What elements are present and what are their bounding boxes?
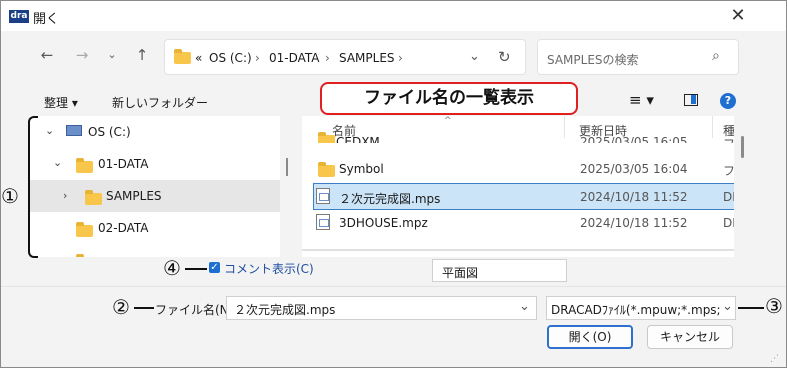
folder-icon — [174, 49, 191, 64]
tree-item-label: OS (C:) — [88, 125, 131, 139]
comment-checkbox[interactable]: ✓ — [209, 262, 220, 273]
marker-2: ② — [112, 295, 130, 319]
address-bar[interactable]: « OS (C:) › 01-DATA › SAMPLES › ⌄ ↻ — [164, 39, 526, 75]
file-name: ２次元完成図.mps — [339, 192, 441, 206]
chevron-down-icon[interactable]: ⌄ — [45, 124, 54, 137]
file-date: 2025/03/05 16:04 — [580, 162, 688, 176]
horizontal-scrollbar[interactable] — [302, 249, 734, 251]
navigation-pane: ⌄ OS (C:) ⌄ 01-DATA › SAMPLES 02-DATA — [30, 116, 280, 257]
marker-1: ① — [1, 184, 19, 208]
list-item-selected[interactable]: ２次元完成図.mps 2024/10/18 11:52 DR — [313, 183, 734, 210]
folder-icon — [76, 158, 93, 173]
search-icon[interactable]: ⌕ — [712, 48, 720, 64]
recent-locations-button[interactable]: ⌄ — [101, 44, 123, 66]
up-button[interactable]: ↑ — [131, 44, 153, 66]
file-name: Symbol — [339, 162, 384, 176]
view-menu-icon[interactable]: ≡ ▾ — [629, 91, 654, 109]
filename-input[interactable]: ２次元完成図.mps ⌄ — [226, 296, 537, 320]
annotation-bracket — [28, 116, 38, 258]
tree-item-02-data[interactable]: 02-DATA — [30, 212, 280, 244]
arrow-right-icon: → — [75, 46, 89, 64]
filename-value: ２次元完成図.mps — [234, 303, 336, 317]
preview-pane-icon[interactable] — [684, 94, 698, 106]
file-date: 2024/10/18 11:52 — [580, 216, 688, 230]
file-type: DR — [723, 190, 734, 204]
chevron-down-icon: ⌄ — [107, 48, 117, 61]
filetype-value: DRACADﾌｧｲﾙ(*.mpuw;*.mps;*.r — [551, 303, 721, 317]
comment-preview: 平面図 — [432, 259, 567, 282]
file-type: フ — [723, 135, 734, 143]
annotation-line — [134, 307, 154, 309]
file-date: 2024/10/18 11:52 — [580, 190, 688, 204]
close-icon: ✕ — [730, 5, 746, 26]
search-box[interactable]: SAMPLESの検索 ⌕ — [537, 39, 739, 75]
divider — [1, 286, 786, 287]
filetype-select[interactable]: DRACADﾌｧｲﾙ(*.mpuw;*.mps;*.r ⌄ — [546, 296, 736, 320]
tree-item-label: 01-DATA — [98, 157, 149, 171]
arrow-left-icon: ← — [40, 46, 54, 64]
breadcrumb-01-data[interactable]: 01-DATA — [269, 51, 320, 65]
file-list: 名前 更新日時 種 ^ CEDXM 2025/03/05 16:05 フ Sym… — [302, 116, 734, 257]
arrow-up-icon: ↑ — [135, 46, 149, 64]
file-name: 3DHOUSE.mpz — [339, 216, 428, 230]
chevron-down-icon[interactable]: ⌄ — [469, 49, 480, 64]
back-button[interactable]: ← — [36, 44, 58, 66]
new-folder-button[interactable]: 新しいフォルダー — [112, 94, 208, 111]
comment-preview-value: 平面図 — [442, 266, 479, 280]
tree-item-01-data[interactable]: ⌄ 01-DATA — [30, 148, 280, 180]
folder-icon — [76, 222, 93, 237]
drawing-file-icon — [316, 214, 330, 230]
tree-item-samples[interactable]: › SAMPLES — [30, 180, 280, 212]
sort-chevron-icon: ^ — [444, 116, 452, 126]
file-type: DR — [723, 216, 734, 230]
breadcrumb-overflow[interactable]: « — [195, 51, 202, 65]
scrollbar-thumb[interactable] — [741, 136, 744, 158]
folder-icon — [318, 162, 335, 177]
breadcrumb-separator: › — [325, 51, 330, 65]
tree-item-label: SAMPLES — [106, 189, 162, 203]
comment-checkbox-label[interactable]: コメント表示(C) — [224, 260, 314, 277]
annotation-callout: ファイル名の一覧表示 — [320, 82, 578, 115]
pane-splitter[interactable] — [286, 158, 288, 176]
chevron-right-icon[interactable]: › — [63, 189, 67, 202]
folder-icon — [318, 132, 335, 143]
list-item[interactable]: Symbol 2025/03/05 16:04 フ — [314, 156, 734, 183]
title-bar: dra 開く ✕ — [1, 1, 786, 31]
close-button[interactable]: ✕ — [721, 2, 755, 30]
drawing-file-icon — [316, 188, 330, 204]
open-button[interactable]: 開く(O) — [547, 325, 633, 349]
breadcrumb-separator: › — [398, 51, 403, 65]
chevron-down-icon[interactable]: ⌄ — [53, 156, 62, 169]
cancel-button[interactable]: キャンセル — [647, 325, 733, 349]
tree-item-os[interactable]: ⌄ OS (C:) — [30, 116, 280, 148]
list-item[interactable]: CEDXM 2025/03/05 16:05 フ — [314, 129, 734, 143]
breadcrumb-os[interactable]: OS (C:) — [209, 51, 252, 65]
list-item[interactable]: 3DHOUSE.mpz 2024/10/18 11:52 DR — [314, 210, 734, 237]
dracad-logo-icon: dra — [9, 10, 29, 23]
forward-button[interactable]: → — [71, 44, 93, 66]
drive-icon — [66, 125, 82, 136]
chevron-down-icon[interactable]: ⌄ — [722, 299, 733, 314]
resize-grip-icon[interactable]: ⋰ — [770, 354, 779, 364]
tree-item-label: 02-DATA — [98, 221, 149, 235]
help-icon[interactable]: ? — [720, 93, 736, 109]
file-name: CEDXM — [336, 135, 380, 143]
search-placeholder: SAMPLESの検索 — [547, 53, 639, 67]
annotation-line — [738, 307, 764, 309]
marker-3: ③ — [765, 294, 783, 318]
file-date: 2025/03/05 16:05 — [580, 135, 688, 143]
annotation-line — [185, 268, 207, 270]
organize-menu[interactable]: 整理 ▾ — [44, 94, 78, 111]
file-type: フ — [723, 164, 734, 178]
refresh-icon[interactable]: ↻ — [498, 48, 511, 66]
folder-icon — [85, 190, 102, 205]
marker-4: ④ — [163, 256, 181, 280]
dialog-title: 開く — [33, 12, 60, 27]
breadcrumb-separator: › — [255, 51, 260, 65]
chevron-down-icon[interactable]: ⌄ — [519, 299, 530, 314]
breadcrumb-samples[interactable]: SAMPLES — [339, 51, 395, 65]
